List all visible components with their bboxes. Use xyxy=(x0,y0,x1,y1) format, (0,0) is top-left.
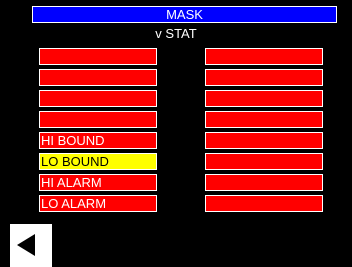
right-mask-bit-3[interactable] xyxy=(205,90,323,107)
right-mask-bit-7[interactable] xyxy=(205,174,323,191)
page-subtitle: v STAT xyxy=(155,26,197,41)
left-mask-bit-1[interactable] xyxy=(39,48,157,65)
hi-bound-button[interactable]: HI BOUND xyxy=(39,132,157,149)
lo-bound-button[interactable]: LO BOUND xyxy=(39,153,157,170)
left-mask-column: HI BOUND LO BOUND HI ALARM LO ALARM xyxy=(39,48,157,216)
right-mask-column xyxy=(205,48,323,216)
right-mask-bit-2[interactable] xyxy=(205,69,323,86)
right-mask-bit-5[interactable] xyxy=(205,132,323,149)
right-mask-bit-4[interactable] xyxy=(205,111,323,128)
left-mask-bit-3[interactable] xyxy=(39,90,157,107)
right-mask-bit-6[interactable] xyxy=(205,153,323,170)
left-mask-bit-2[interactable] xyxy=(39,69,157,86)
back-button[interactable] xyxy=(10,224,52,267)
back-arrow-icon xyxy=(17,234,35,256)
left-mask-bit-4[interactable] xyxy=(39,111,157,128)
lo-alarm-button[interactable]: LO ALARM xyxy=(39,195,157,212)
hi-alarm-button[interactable]: HI ALARM xyxy=(39,174,157,191)
page-title: MASK xyxy=(32,6,337,23)
right-mask-bit-1[interactable] xyxy=(205,48,323,65)
right-mask-bit-8[interactable] xyxy=(205,195,323,212)
